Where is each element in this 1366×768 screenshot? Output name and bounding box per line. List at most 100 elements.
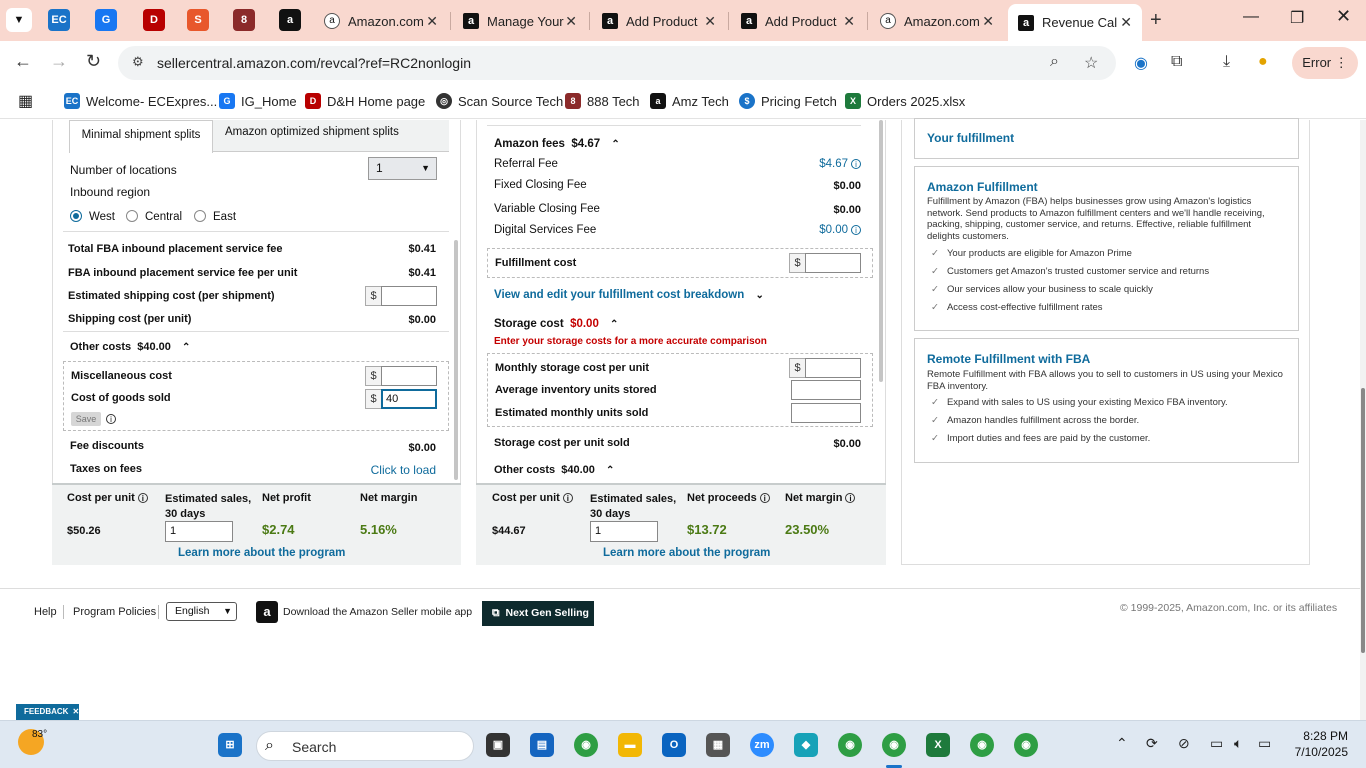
minimize-icon[interactable]: —	[1243, 8, 1259, 26]
scroll-thumb[interactable]	[1361, 388, 1365, 653]
close-icon[interactable]: ✕	[72, 707, 79, 716]
app-icon[interactable]: ◆	[794, 733, 818, 757]
storage-cost-toggle[interactable]: Storage cost $0.00 ⌃	[494, 318, 618, 330]
url-text[interactable]: sellercentral.amazon.com/revcal?ref=RC2n…	[157, 55, 471, 71]
zoom-search-icon[interactable]: ⌕	[1050, 53, 1059, 71]
extension-globe-icon[interactable]: ◉	[1134, 53, 1148, 73]
bookmark-scan-source[interactable]: ◎ Scan Source Tech	[436, 93, 563, 109]
error-button[interactable]: Error ⋮	[1292, 47, 1358, 79]
pinned-tab-ig-icon[interactable]: G	[95, 9, 117, 31]
fulfillment-cost-input[interactable]	[805, 253, 861, 273]
outlook-icon[interactable]: O	[662, 733, 686, 757]
address-bar[interactable]: ⚙ sellercentral.amazon.com/revcal?ref=RC…	[118, 46, 1116, 80]
tab-revenue-calculator[interactable]: a Revenue Cal ✕	[1008, 4, 1142, 41]
info-icon[interactable]: i	[759, 493, 770, 504]
download-icon[interactable]: ⤓	[1223, 53, 1230, 71]
bookmark-orders-xlsx[interactable]: X Orders 2025.xlsx	[845, 93, 965, 109]
extensions-puzzle-icon[interactable]: ⧉	[1171, 53, 1182, 71]
taskbar-search[interactable]: ⌕ Search	[256, 731, 474, 761]
battery-icon[interactable]: ▭	[1258, 735, 1271, 752]
tab-minimal-splits[interactable]: Minimal shipment splits	[69, 120, 213, 153]
est-sales-input[interactable]: 1	[165, 521, 233, 542]
volume-icon[interactable]: 🔈︎	[1234, 735, 1242, 752]
close-icon[interactable]: ✕	[1120, 14, 1132, 31]
view-breakdown-link[interactable]: View and edit your fulfillment cost brea…	[494, 289, 764, 301]
chrome-active-icon[interactable]: ◉	[882, 733, 906, 757]
pinned-tab-amz-icon[interactable]: a	[279, 9, 301, 31]
next-gen-selling-button[interactable]: ⧉ Next Gen Selling	[482, 601, 594, 626]
pinned-tab-s-icon[interactable]: S	[187, 9, 209, 31]
amazon-app-icon[interactable]: a	[256, 601, 278, 623]
apps-grid-icon[interactable]: ▦	[18, 91, 33, 111]
amazon-fees-toggle[interactable]: Amazon fees $4.67 ⌃	[494, 138, 620, 150]
chrome-icon[interactable]: ◉	[574, 733, 598, 757]
close-window-icon[interactable]: ✕	[1336, 6, 1351, 27]
close-icon[interactable]: ✕	[426, 13, 438, 30]
download-app-link[interactable]: Download the Amazon Seller mobile app	[283, 606, 472, 618]
taxes-click-to-load-link[interactable]: Click to load	[371, 463, 436, 477]
info-icon[interactable]: i	[103, 411, 116, 425]
chevron-up-icon[interactable]: ⌃	[1116, 735, 1128, 752]
profile-avatar-icon[interactable]: ●	[1258, 53, 1268, 71]
bookmark-star-icon[interactable]: ☆	[1084, 53, 1098, 73]
clock[interactable]: 8:28 PM 7/10/2025	[1286, 728, 1348, 760]
learn-more-link[interactable]: Learn more about the program	[178, 547, 345, 559]
radio-central[interactable]	[126, 210, 138, 222]
bookmark-amz-tech[interactable]: a Amz Tech	[650, 93, 729, 109]
tab-amazon-2[interactable]: a Amazon.com ✕	[870, 6, 1004, 36]
close-icon[interactable]: ✕	[704, 13, 716, 30]
new-tab-plus-icon[interactable]: +	[1150, 9, 1162, 32]
middle-panel-scrollbar[interactable]	[879, 120, 883, 382]
close-icon[interactable]: ✕	[565, 13, 577, 30]
info-icon[interactable]: i	[845, 493, 856, 504]
est-sales-input[interactable]: 1	[590, 521, 658, 542]
reload-icon[interactable]: ↻	[86, 51, 101, 72]
misc-cost-input[interactable]	[381, 366, 437, 386]
save-button[interactable]: Save	[71, 412, 101, 426]
restore-icon[interactable]: ❐	[1290, 8, 1304, 28]
chrome-profile-icon[interactable]: ◉	[1014, 733, 1038, 757]
zoom-icon[interactable]: zm	[750, 733, 774, 757]
close-icon[interactable]: ✕	[843, 13, 855, 30]
tab-search-dropdown[interactable]: ▼	[6, 8, 32, 32]
bookmark-dh-home[interactable]: D D&H Home page	[305, 93, 425, 109]
network-icon[interactable]: ⊘	[1178, 735, 1190, 752]
forward-arrow-icon[interactable]: →	[50, 51, 68, 72]
bookmark-888-tech[interactable]: 8 888 Tech	[565, 93, 640, 109]
display-icon[interactable]: ▭	[1210, 735, 1223, 752]
excel-icon[interactable]: X	[926, 733, 950, 757]
info-icon[interactable]: i	[851, 224, 861, 235]
windows-start-icon[interactable]: ⊞	[218, 733, 242, 757]
radio-east[interactable]	[194, 210, 206, 222]
info-icon[interactable]: i	[562, 493, 573, 504]
left-panel-scrollbar[interactable]	[454, 240, 458, 480]
num-locations-select[interactable]: 1 ▼	[368, 157, 437, 180]
learn-more-link[interactable]: Learn more about the program	[603, 547, 770, 559]
est-shipping-cost-input[interactable]	[381, 286, 437, 306]
bookmark-pricing-fetch[interactable]: $ Pricing Fetch	[739, 93, 837, 109]
mid-other-costs-toggle[interactable]: Other costs $40.00 ⌃	[494, 464, 614, 476]
tab-add-product-2[interactable]: a Add Product ✕	[731, 6, 865, 36]
info-icon[interactable]: i	[137, 493, 148, 504]
task-view-icon[interactable]: ▣	[486, 733, 510, 757]
back-arrow-icon[interactable]: ←	[14, 51, 32, 72]
file-explorer-icon[interactable]: ▬	[618, 733, 642, 757]
calculator-icon[interactable]: ▦	[706, 733, 730, 757]
chrome-profile-icon[interactable]: ◉	[838, 733, 862, 757]
avg-inventory-input[interactable]	[791, 380, 861, 400]
close-icon[interactable]: ✕	[982, 13, 994, 30]
sync-icon[interactable]: ⟳	[1146, 735, 1158, 752]
page-scrollbar[interactable]	[1360, 120, 1366, 720]
pinned-tab-dh-icon[interactable]: D	[143, 9, 165, 31]
tab-manage-your[interactable]: a Manage Your ✕	[453, 6, 587, 36]
feedback-button[interactable]: FEEDBACK ✕	[16, 704, 79, 720]
monthly-storage-input[interactable]	[805, 358, 861, 378]
bookmark-ig-home[interactable]: G IG_Home	[219, 93, 297, 109]
store-icon[interactable]: ▤	[530, 733, 554, 757]
est-monthly-sold-input[interactable]	[791, 403, 861, 423]
tab-add-product-1[interactable]: a Add Product ✕	[592, 6, 726, 36]
pinned-tab-ec-icon[interactable]: EC	[48, 9, 70, 31]
info-icon[interactable]: i	[851, 158, 861, 169]
site-info-icon[interactable]: ⚙	[132, 54, 144, 70]
program-policies-link[interactable]: Program Policies	[73, 606, 156, 618]
